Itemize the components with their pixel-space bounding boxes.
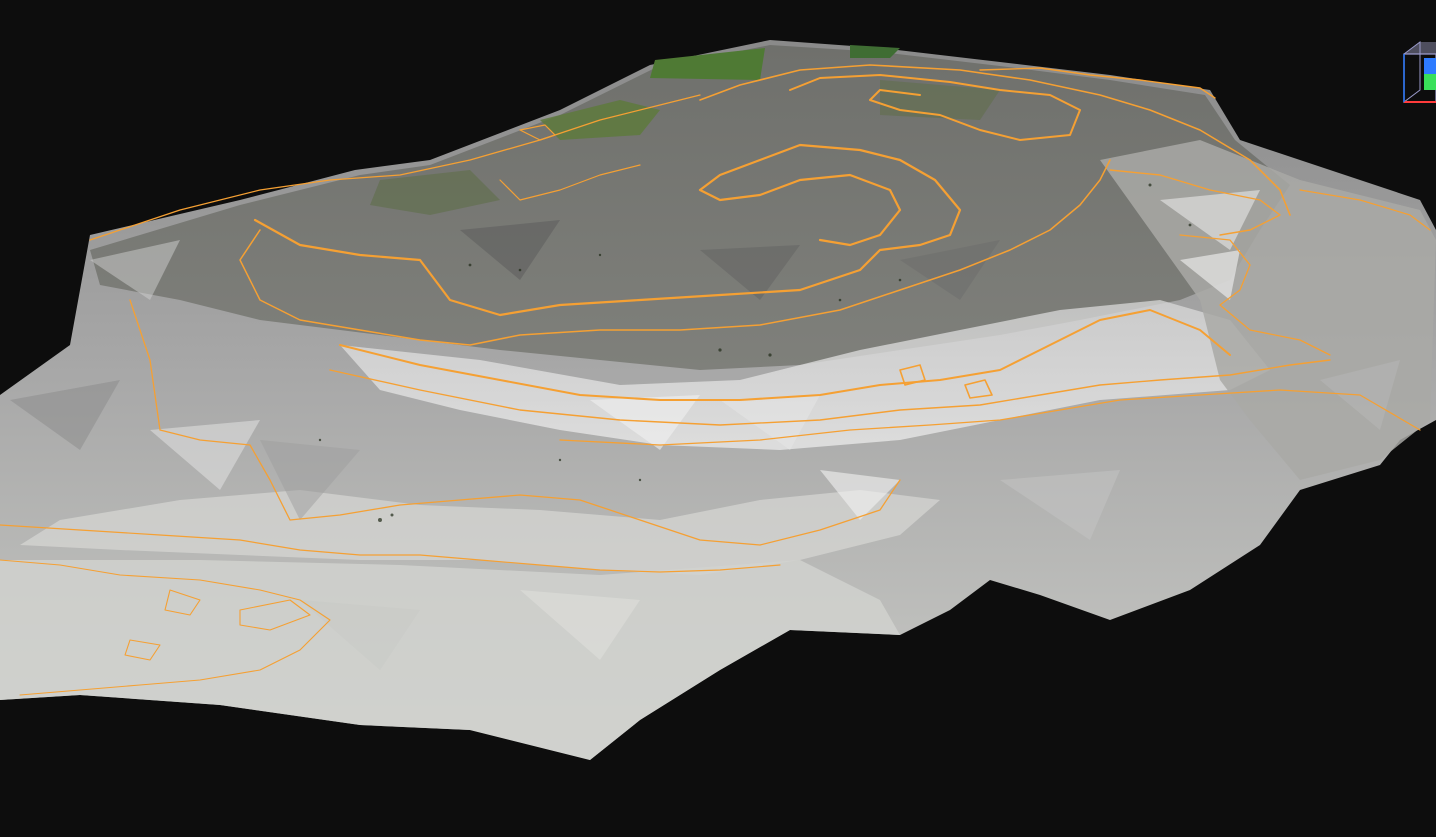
axis-cube-icon[interactable]	[1396, 36, 1436, 108]
axis-y-marker	[1424, 74, 1436, 90]
3d-viewport[interactable]	[0, 0, 1436, 837]
terrain-mesh[interactable]	[0, 0, 1436, 837]
axis-z-marker	[1424, 58, 1436, 74]
